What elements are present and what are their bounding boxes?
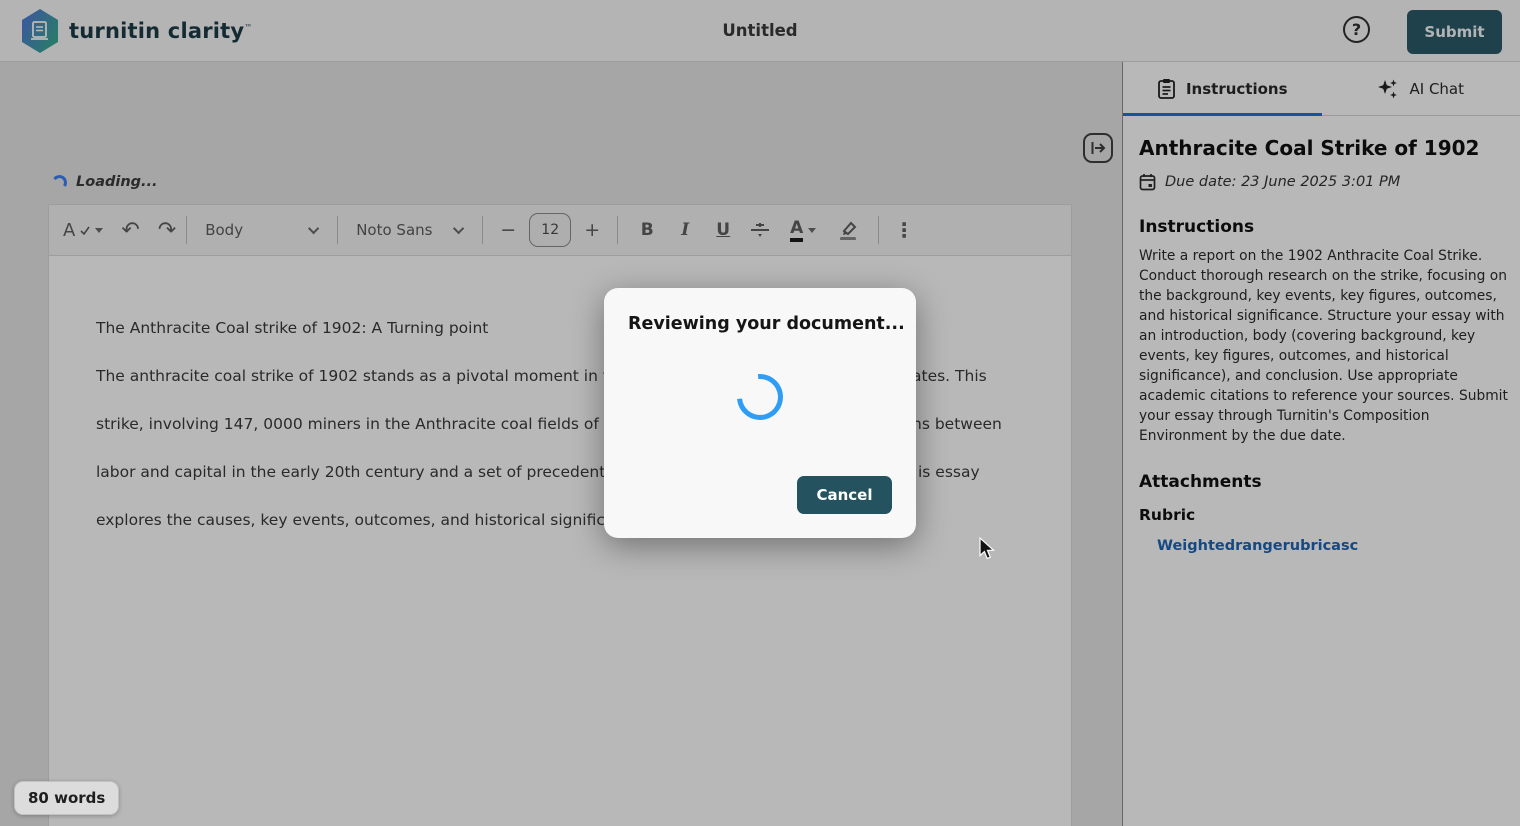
modal-title: Reviewing your document... [628, 314, 905, 334]
reviewing-document-modal: Reviewing your document... Cancel [604, 288, 916, 538]
word-count-badge: 80 words [14, 781, 119, 815]
cancel-button[interactable]: Cancel [797, 476, 892, 514]
review-progress-spinner-icon [728, 365, 793, 430]
